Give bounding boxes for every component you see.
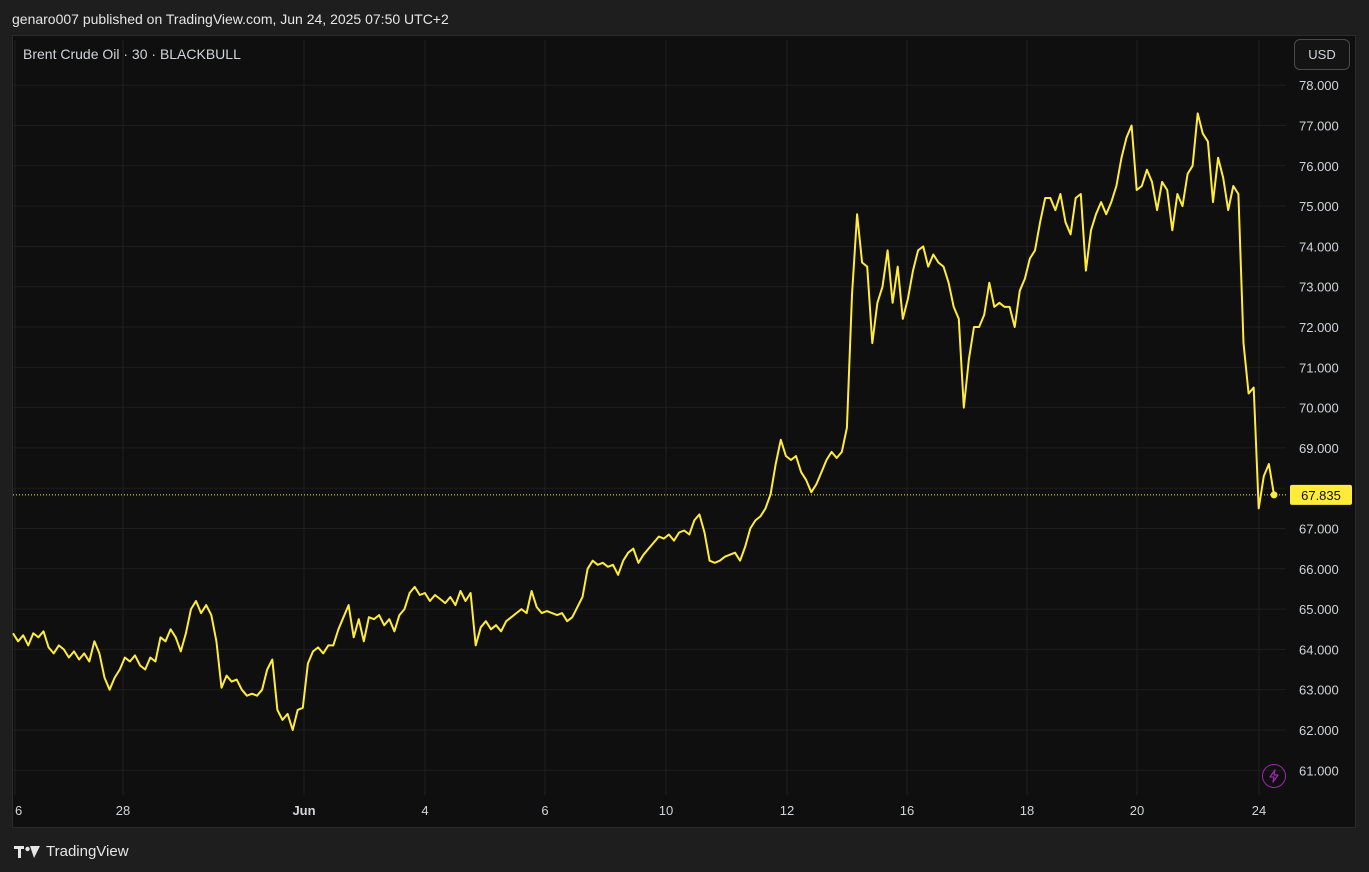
y-tick-label: 65.000: [1299, 602, 1339, 617]
x-tick-label: 16: [900, 803, 914, 818]
tradingview-brand[interactable]: TradingView: [14, 843, 129, 860]
x-tick-label: 18: [1020, 803, 1034, 818]
x-tick-label: 6: [541, 803, 548, 818]
time-axis: 6 28 Jun 4 6 10 12 16 18 20 24: [15, 803, 1266, 818]
y-tick-label: 70.000: [1299, 401, 1339, 416]
tradingview-logo-icon: [14, 845, 40, 858]
x-tick-label: 10: [659, 803, 673, 818]
lightning-icon[interactable]: [1262, 764, 1286, 788]
x-tick-label: 20: [1130, 803, 1144, 818]
last-price-dot: [1270, 491, 1278, 499]
x-tick-label: 28: [116, 803, 130, 818]
y-tick-label: 71.000: [1299, 360, 1339, 375]
x-tick-label: 4: [421, 803, 428, 818]
currency-button[interactable]: USD: [1294, 39, 1350, 70]
y-tick-label: 66.000: [1299, 562, 1339, 577]
price-chart[interactable]: 78.000 77.000 76.000 75.000 74.000 73.000 72.0…: [0, 0, 1369, 872]
lightning-glyph: [1269, 769, 1279, 783]
y-tick-label: 76.000: [1299, 159, 1339, 174]
last-price-label: 67.835: [1301, 488, 1341, 503]
price-axis: 78.000 77.000 76.000 75.000 74.000 73.000 72.0…: [1299, 78, 1339, 778]
x-tick-label: 12: [780, 803, 794, 818]
x-tick-label: 24: [1252, 803, 1266, 818]
y-tick-label: 61.000: [1299, 763, 1339, 778]
y-tick-label: 74.000: [1299, 239, 1339, 254]
symbol-info: Brent Crude Oil · 30 · BLACKBULL: [23, 46, 241, 62]
y-tick-label: 78.000: [1299, 78, 1339, 93]
y-tick-label: 72.000: [1299, 320, 1339, 335]
footer: [0, 830, 1369, 872]
y-tick-label: 63.000: [1299, 683, 1339, 698]
brand-name: TradingView: [46, 843, 129, 860]
y-tick-label: 67.000: [1299, 522, 1339, 537]
y-tick-label: 77.000: [1299, 119, 1339, 134]
y-tick-label: 69.000: [1299, 441, 1339, 456]
y-tick-label: 73.000: [1299, 280, 1339, 295]
y-tick-label: 62.000: [1299, 723, 1339, 738]
x-tick-label: Jun: [292, 803, 315, 818]
x-tick-label: 6: [15, 803, 22, 818]
y-tick-label: 75.000: [1299, 199, 1339, 214]
chart-grid: [13, 40, 1286, 795]
y-tick-label: 64.000: [1299, 642, 1339, 657]
